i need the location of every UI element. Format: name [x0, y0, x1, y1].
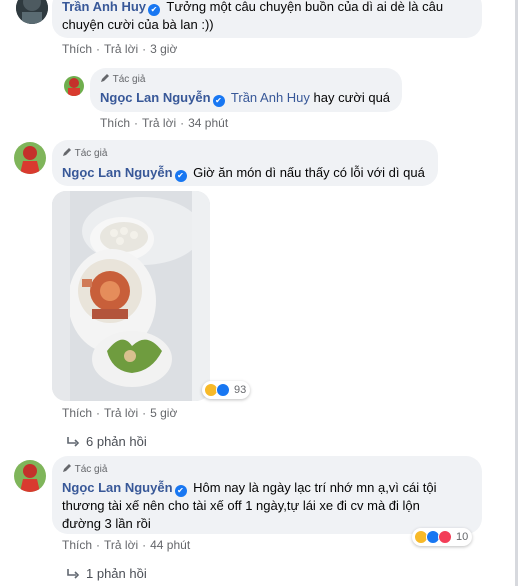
comment-text: hay cười quá: [313, 90, 391, 105]
avatar[interactable]: [64, 76, 84, 96]
comment-text: Tưởng một câu chuyện buồn của dì ai dè l…: [166, 0, 444, 14]
timestamp[interactable]: 34 phút: [188, 116, 228, 130]
verified-icon: ✔: [212, 95, 225, 107]
reaction-count: 10: [456, 531, 469, 543]
pen-icon: [63, 464, 71, 472]
reply-button[interactable]: Trả lời: [104, 42, 138, 56]
like-button[interactable]: Thích: [62, 42, 92, 56]
reply-button[interactable]: Trả lời: [142, 116, 176, 130]
comment-text: chuyện cười của bà lan :)): [62, 17, 214, 32]
comment-actions: Thích · Trả lời · 44 phút: [62, 538, 191, 552]
reaction-summary[interactable]: 10: [412, 528, 473, 546]
comment-text: Hôm nay là ngày lạc trí nhớ mn ạ,vì cái …: [193, 480, 437, 495]
comment-bubble: Trần Anh Huy ✔ Tưởng một câu chuyện buồn …: [52, 0, 482, 38]
comment-photo[interactable]: [52, 191, 210, 401]
verified-icon: ✔: [174, 485, 187, 497]
comment-author[interactable]: Ngọc Lan Nguyễn: [62, 165, 173, 180]
author-tag: Tác giả: [62, 463, 107, 476]
mention-link[interactable]: Trần Anh Huy: [231, 90, 310, 105]
reply-arrow-icon: [67, 569, 80, 579]
avatar[interactable]: [14, 142, 46, 174]
view-replies-button[interactable]: 6 phản hồi: [66, 434, 147, 449]
comment-author[interactable]: Ngọc Lan Nguyễn: [100, 90, 211, 105]
like-reaction-icon: [216, 383, 230, 397]
comment-actions: Thích · Trả lời · 3 giờ: [62, 42, 178, 56]
avatar[interactable]: [14, 460, 46, 492]
love-reaction-icon: [438, 530, 452, 544]
reaction-summary[interactable]: 93: [202, 381, 251, 399]
comment-actions: Thích · Trả lời · 34 phút: [100, 116, 229, 130]
comment-actions: Thích · Trả lời · 5 giờ: [62, 406, 178, 420]
view-replies-button[interactable]: 1 phản hồi: [66, 566, 147, 581]
pen-icon: [101, 74, 109, 82]
reply-arrow-icon: [67, 437, 80, 447]
comment-text: đường 3 lần rồi: [62, 516, 151, 531]
author-tag: Tác giả: [100, 73, 145, 86]
like-button[interactable]: Thích: [62, 406, 92, 420]
like-button[interactable]: Thích: [100, 116, 130, 130]
reaction-count: 93: [234, 384, 247, 396]
pen-icon: [63, 148, 71, 156]
reply-button[interactable]: Trả lời: [104, 406, 138, 420]
verified-icon: ✔: [148, 4, 161, 16]
comment-bubble: Tác giả Ngọc Lan Nguyễn ✔ Giờ ăn món dì n…: [52, 140, 438, 186]
timestamp[interactable]: 44 phút: [150, 538, 190, 552]
comment-bubble: Tác giả Ngọc Lan Nguyễn ✔ Trần Anh Huy ha…: [90, 68, 402, 112]
comment-bubble: Tác giả Ngọc Lan Nguyễn ✔ Hôm nay là ngày…: [52, 456, 482, 534]
comment-text: Giờ ăn món dì nấu thấy có lỗi với dì quá: [193, 165, 425, 180]
verified-icon: ✔: [174, 170, 187, 182]
avatar[interactable]: [16, 0, 48, 24]
reply-button[interactable]: Trả lời: [104, 538, 138, 552]
timestamp[interactable]: 3 giờ: [150, 42, 177, 56]
comment-text: thương tài xế nên cho tài xế off 1 ngày,…: [62, 498, 420, 513]
like-button[interactable]: Thích: [62, 538, 92, 552]
author-tag: Tác giả: [62, 147, 107, 160]
comment-author[interactable]: Ngọc Lan Nguyễn: [62, 480, 173, 495]
timestamp[interactable]: 5 giờ: [150, 406, 177, 420]
comment-author[interactable]: Trần Anh Huy: [62, 0, 146, 14]
